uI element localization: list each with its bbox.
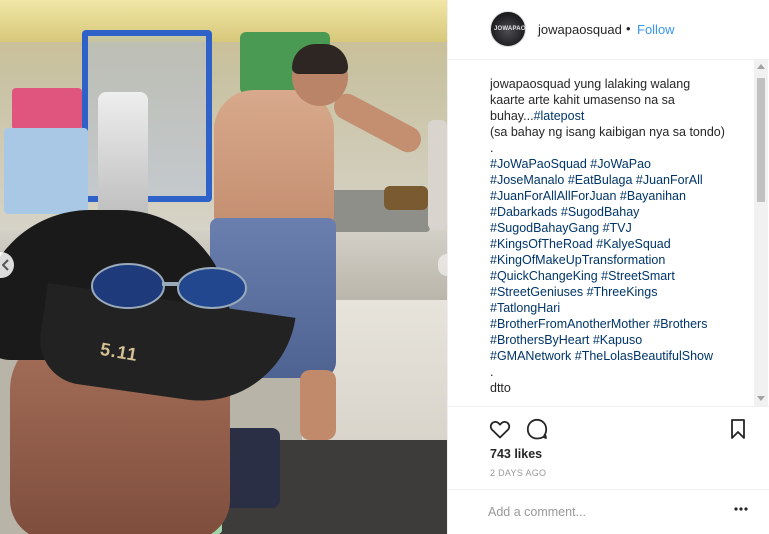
hashtag-latepost[interactable]: #latepost [534,109,585,123]
caption-first-line: jowapaosquad yung lalaking walang [490,76,756,92]
caption-tail-dot: . [490,365,494,379]
comment-bar [448,489,769,534]
hashtag-line[interactable]: #Dabarkads #SugodBahay [490,204,756,220]
post-caption: jowapaosquad yung lalaking walang kaarte… [490,76,756,406]
caption-tail-text: dtto [490,381,511,395]
comment-icon[interactable] [525,417,549,441]
hashtag-line[interactable]: #GMANetwork #TheLolasBeautifulShow [490,348,756,364]
hashtag-line[interactable]: #JuanForAllAllForJuan #Bayanihan [490,188,756,204]
hashtag-line[interactable]: #KingOfMakeUpTransformation [490,252,756,268]
chevron-left-icon [2,259,9,271]
scroll-up-arrow-icon[interactable] [757,64,765,69]
avatar[interactable]: JOWAPAO [490,11,526,47]
caption-line-3-wrap: buhay...#latepost [490,108,756,124]
hashtag-line[interactable]: #TatlongHari [490,300,756,316]
post-timestamp[interactable]: 2 DAYS AGO [490,468,546,478]
hashtag-line[interactable]: #SugodBahayGang #TVJ [490,220,756,236]
photo-blue-bin [4,128,88,214]
caption-line-2: kaarte arte kahit umasenso na sa [490,93,675,107]
username-link[interactable]: jowapaosquad [538,22,622,37]
avatar-text: JOWAPAO [494,26,526,32]
photo-man-torso [214,90,334,230]
next-photo-button[interactable] [438,254,447,276]
photo-container [428,120,447,230]
sunglasses-icon [91,263,247,309]
photo-man-legs [300,370,336,440]
hashtag-line[interactable]: #StreetGeniuses #ThreeKings [490,284,756,300]
hashtag-line[interactable]: #JoseManalo #EatBulaga #JuanForAll [490,172,756,188]
post-header: JOWAPAO jowapaosquad • Follow [448,0,769,60]
like-count[interactable]: 743 likes [490,447,542,461]
scrollbar-thumb[interactable] [757,78,765,202]
more-icon[interactable] [733,501,749,517]
header-separator: • [626,21,631,36]
comment-input[interactable] [488,502,708,522]
bookmark-icon[interactable] [726,417,750,441]
caption-line-3: buhay... [490,109,534,123]
photo-pink-basket [12,88,82,130]
photo-pot [384,186,428,210]
post-side-panel: JOWAPAO jowapaosquad • Follow jowapaosqu… [447,0,769,534]
post-photo[interactable]: 5.11 [0,0,447,534]
follow-button[interactable]: Follow [637,22,675,37]
heart-icon[interactable] [488,417,512,441]
scroll-down-arrow-icon[interactable] [757,396,765,401]
caption-note: (sa bahay ng isang kaibigan nya sa tondo… [490,125,725,139]
caption-username[interactable]: jowapaosquad [490,77,571,91]
photo-shelf [0,0,447,42]
hashtag-line[interactable]: #QuickChangeKing #StreetSmart [490,268,756,284]
photo-blender [98,92,148,220]
hashtag-line[interactable]: #JoWaPaoSquad #JoWaPao [490,156,756,172]
hashtag-line[interactable]: #BrotherFromAnotherMother #Brothers [490,316,756,332]
caption-dot: . [490,141,494,155]
caption-line-1: yung lalaking walang [574,77,691,91]
hashtag-line[interactable]: #KingsOfTheRoad #KalyeSquad [490,236,756,252]
post-actions [448,406,769,446]
hashtag-line[interactable]: #BrothersByHeart #Kapuso [490,332,756,348]
